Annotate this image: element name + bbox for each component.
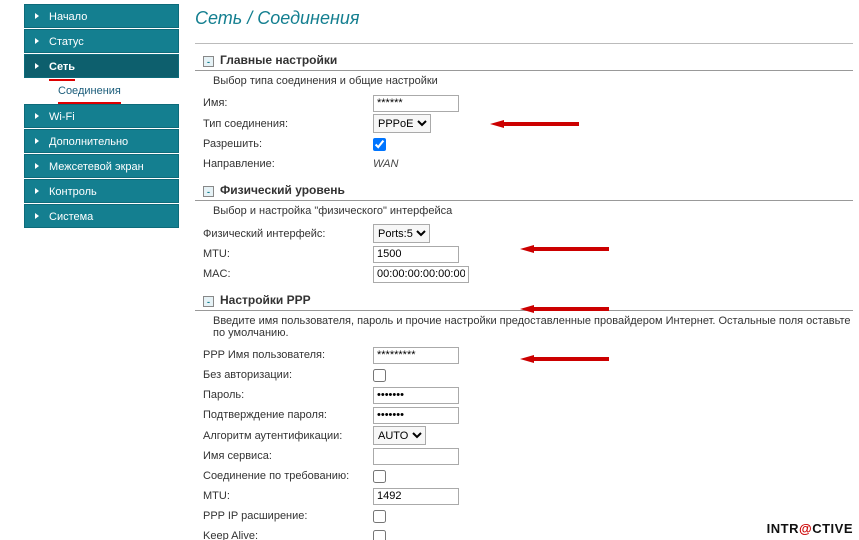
chevron-right-icon (35, 13, 39, 19)
pass-label: Пароль: (203, 389, 373, 401)
name-label: Имя: (203, 97, 373, 109)
minus-icon: - (203, 296, 214, 307)
chevron-right-icon (35, 138, 39, 144)
allow-label: Разрешить: (203, 138, 373, 150)
mac-label: MAC: (203, 268, 373, 280)
chevron-right-icon (35, 63, 39, 69)
ipext-checkbox[interactable] (373, 510, 386, 523)
chevron-right-icon (35, 213, 39, 219)
section-phy-desc: Выбор и настройка "физического" интерфей… (195, 201, 853, 223)
arrow-indicator-icon (520, 355, 534, 363)
algo-select[interactable]: AUTO (373, 426, 426, 445)
watermark: INTR@CTIVE (767, 521, 853, 536)
chevron-right-icon (35, 38, 39, 44)
srv-label: Имя сервиса: (203, 450, 373, 462)
nav-advanced[interactable]: Дополнительно (24, 129, 179, 153)
nav-network[interactable]: Сеть (24, 54, 179, 78)
algo-label: Алгоритм аутентификации: (203, 430, 373, 442)
nav-wifi[interactable]: Wi-Fi (24, 104, 179, 128)
content: Сеть / Соединения -Главные настройки Выб… (195, 0, 853, 540)
pass2-label: Подтверждение пароля: (203, 409, 373, 421)
keep-label: Keep Alive: (203, 530, 373, 540)
chevron-right-icon (35, 188, 39, 194)
pass2-input[interactable] (373, 407, 459, 424)
phy-mtu-input[interactable] (373, 246, 459, 263)
user-label: PPP Имя пользователя: (203, 349, 373, 361)
ondem-checkbox[interactable] (373, 470, 386, 483)
minus-icon: - (203, 186, 214, 197)
mac-input[interactable] (373, 266, 469, 283)
type-select[interactable]: PPPoE (373, 114, 431, 133)
noauth-checkbox[interactable] (373, 369, 386, 382)
ondem-label: Соединение по требованию: (203, 470, 373, 482)
nav-connections[interactable]: Соединения (24, 80, 179, 102)
section-main-header: -Главные настройки (195, 50, 853, 71)
name-input[interactable] (373, 95, 459, 112)
allow-checkbox[interactable] (373, 138, 386, 151)
noauth-label: Без авторизации: (203, 369, 373, 381)
user-input[interactable] (373, 347, 459, 364)
nav-home[interactable]: Начало (24, 4, 179, 28)
arrow-indicator-icon (490, 120, 504, 128)
section-main-desc: Выбор типа соединения и общие настройки (195, 71, 853, 93)
ppp-mtu-input[interactable] (373, 488, 459, 505)
minus-icon: - (203, 56, 214, 67)
arrow-shaft (534, 307, 609, 311)
arrow-indicator-icon (520, 245, 534, 253)
phy-mtu-label: MTU: (203, 248, 373, 260)
ipext-label: PPP IP расширение: (203, 510, 373, 522)
section-ppp-desc: Введите имя пользователя, пароль и прочи… (195, 311, 853, 345)
chevron-right-icon (35, 113, 39, 119)
breadcrumb: Сеть / Соединения (195, 8, 853, 29)
keep-checkbox[interactable] (373, 530, 386, 540)
nav-status[interactable]: Статус (24, 29, 179, 53)
dir-label: Направление: (203, 158, 373, 170)
srv-input[interactable] (373, 448, 459, 465)
dir-value: WAN (373, 158, 398, 170)
nav-firewall[interactable]: Межсетевой экран (24, 154, 179, 178)
ppp-mtu-label: MTU: (203, 490, 373, 502)
chevron-right-icon (35, 163, 39, 169)
sidebar: Начало Статус Сеть Соединения Wi-Fi Допо… (24, 4, 179, 229)
arrow-shaft (504, 122, 579, 126)
nav-system[interactable]: Система (24, 204, 179, 228)
type-label: Тип соединения: (203, 118, 373, 130)
arrow-shaft (534, 247, 609, 251)
pass-input[interactable] (373, 387, 459, 404)
iface-label: Физический интерфейс: (203, 228, 373, 240)
arrow-indicator-icon (520, 305, 534, 313)
section-phy-header: -Физический уровень (195, 180, 853, 201)
arrow-shaft (534, 357, 609, 361)
nav-control[interactable]: Контроль (24, 179, 179, 203)
iface-select[interactable]: Ports:5 (373, 224, 430, 243)
